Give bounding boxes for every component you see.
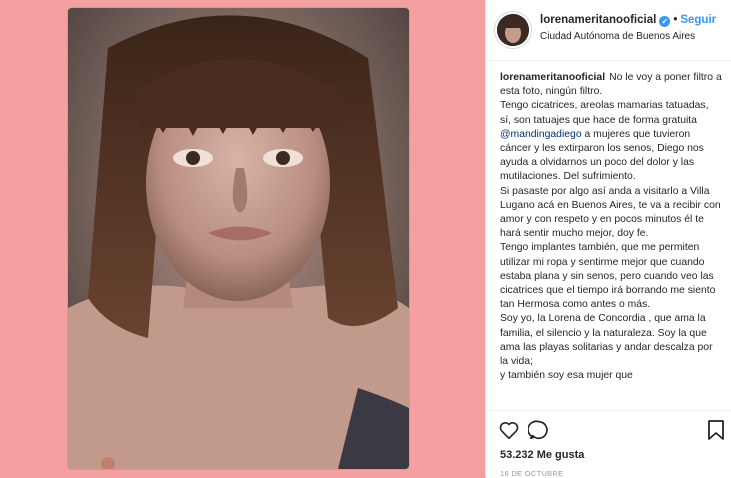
caption-paragraph-2: Tengo cicatrices, areolas mamarias tatua… xyxy=(500,99,722,184)
follow-button[interactable]: Seguir xyxy=(680,14,716,26)
avatar[interactable] xyxy=(497,14,529,46)
header-username: lorenameritanooficial ✓ • Seguir xyxy=(540,14,716,27)
separator-dot: • xyxy=(673,14,678,26)
post-image xyxy=(68,8,409,469)
post-photo[interactable] xyxy=(68,8,409,469)
caption-author[interactable]: lorenameritanooficial xyxy=(500,72,605,83)
bookmark-icon[interactable] xyxy=(707,419,725,446)
username-link[interactable]: lorenameritanooficial xyxy=(540,14,656,26)
caption-paragraph-1: lorenameritanooficial No le voy a poner f… xyxy=(500,71,722,99)
post-sidebar: lorenameritanooficial ✓ • Seguir Ciudad Aut… xyxy=(485,0,731,478)
post-caption: lorenameritanooficial No le voy a poner f… xyxy=(500,71,722,409)
post-actions: 53.232 Me gusta 16 DE OCTUBRE xyxy=(486,410,731,478)
comment-icon[interactable] xyxy=(527,419,550,446)
likes-count[interactable]: 53.232 Me gusta xyxy=(500,449,584,461)
caption-paragraph-5: Soy yo, la Lorena de Concordia , que ama… xyxy=(500,313,713,368)
verified-badge-icon: ✓ xyxy=(659,16,671,27)
post-header: lorenameritanooficial ✓ • Seguir Ciudad Aut… xyxy=(486,0,731,61)
heart-icon[interactable] xyxy=(498,419,520,446)
caption-text-2a: Tengo cicatrices, areolas mamarias tatua… xyxy=(500,100,709,126)
caption-paragraph-6: y también soy esa mujer que xyxy=(500,370,633,382)
caption-mention[interactable]: @mandingadiego xyxy=(500,129,582,140)
caption-paragraph-4: Tengo implantes también, que me permiten… xyxy=(500,242,716,311)
location-link[interactable]: Ciudad Autónoma de Buenos Aires xyxy=(540,31,695,42)
caption-paragraph-3: Si pasaste por algo así anda a visitarlo… xyxy=(500,185,721,240)
